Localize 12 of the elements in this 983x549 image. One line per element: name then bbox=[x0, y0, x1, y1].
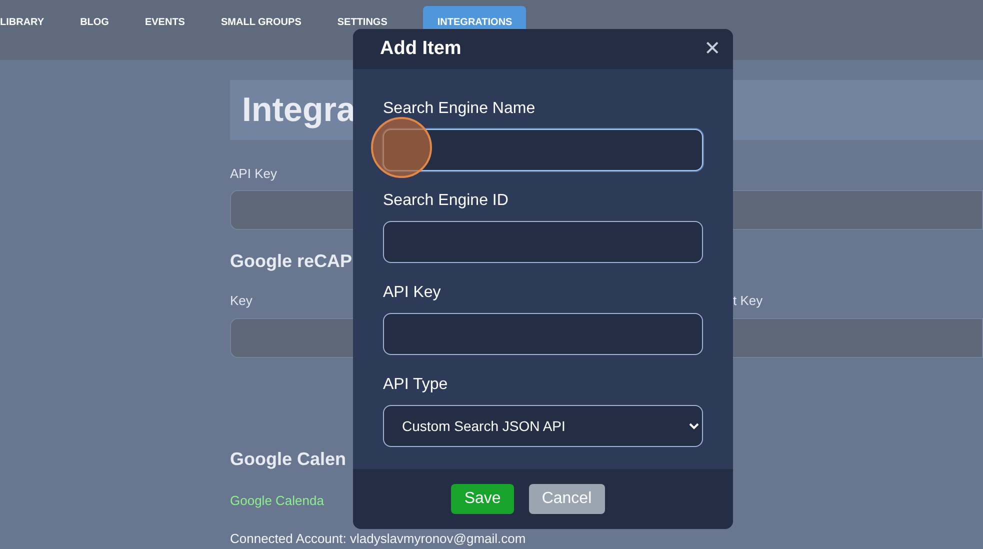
section-heading: Google reCAP bbox=[230, 250, 354, 273]
field-label: Search Engine ID bbox=[383, 191, 510, 211]
field-label: t Key bbox=[733, 292, 763, 310]
field-label: API Type bbox=[383, 375, 449, 395]
section-heading: Google Calen bbox=[230, 448, 346, 471]
field-label: Search Engine Name bbox=[383, 99, 536, 119]
field-label: Key bbox=[230, 292, 252, 308]
field-label: API Key bbox=[383, 283, 442, 303]
field-label: API Key bbox=[230, 165, 278, 183]
account-text: Connected Account: vladyslavmyronov@gmail.com bbox=[230, 530, 526, 548]
status-text: Google Calenda bbox=[230, 492, 324, 510]
page-title: Integra bbox=[242, 90, 356, 130]
